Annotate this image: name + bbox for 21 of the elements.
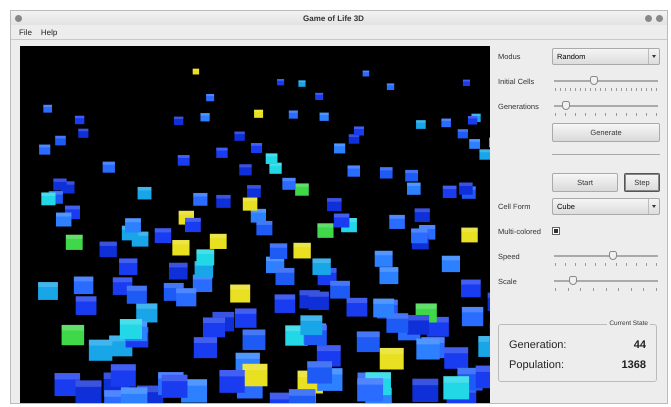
slider-thumb[interactable] bbox=[609, 251, 618, 260]
window-menu-icon[interactable] bbox=[15, 14, 22, 22]
menu-item[interactable]: File bbox=[19, 28, 32, 36]
caret-icon bbox=[652, 55, 656, 58]
slider[interactable] bbox=[552, 248, 660, 266]
checkbox[interactable] bbox=[552, 227, 560, 235]
slider-thumb[interactable] bbox=[568, 276, 577, 285]
close-icon[interactable] bbox=[656, 14, 663, 22]
slider[interactable] bbox=[552, 273, 660, 291]
window-title: Game of Life 3D bbox=[302, 14, 365, 22]
slider-thumb[interactable] bbox=[562, 101, 570, 110]
caret-icon bbox=[652, 205, 656, 208]
stat-value: 44 bbox=[634, 339, 646, 351]
stat-label: Generation: bbox=[509, 339, 566, 351]
slider[interactable] bbox=[552, 73, 660, 91]
slider[interactable] bbox=[552, 98, 660, 116]
stat-value: 1368 bbox=[622, 359, 646, 371]
slider-thumb[interactable] bbox=[590, 76, 598, 85]
menu-item[interactable]: Help bbox=[40, 28, 58, 36]
stat-label: Population: bbox=[509, 359, 564, 371]
minimize-icon[interactable] bbox=[645, 14, 652, 22]
